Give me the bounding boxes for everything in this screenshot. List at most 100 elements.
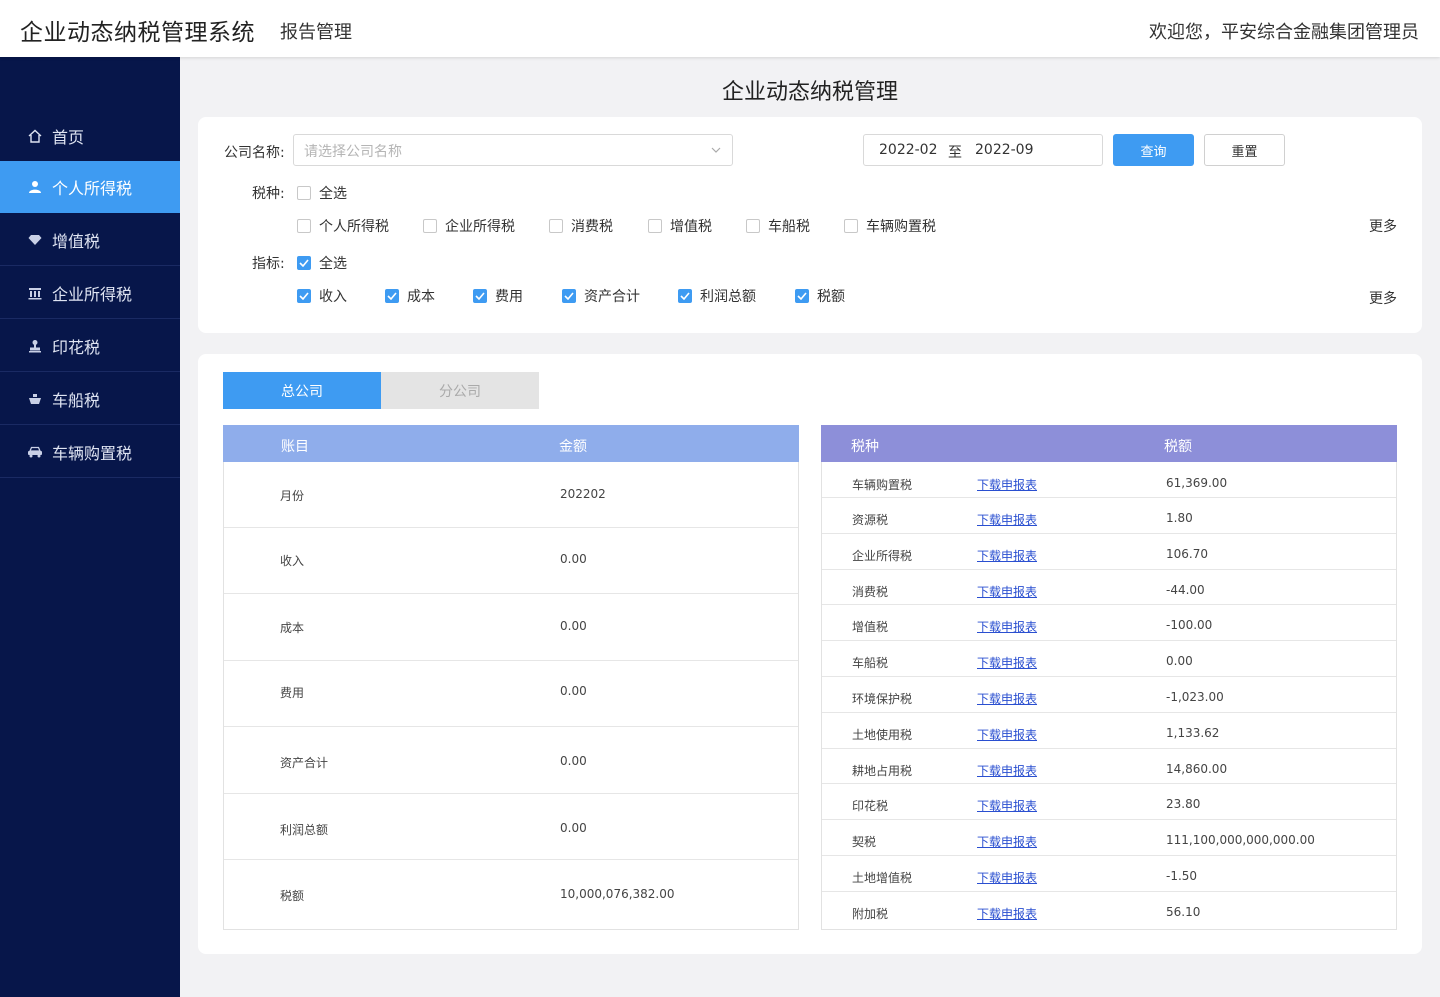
sidebar-item-label: 车船税 <box>52 390 101 410</box>
row-value: -100.00 <box>1166 618 1213 632</box>
download-report-link[interactable]: 下载申报表 <box>977 583 1037 600</box>
tax-type-checkbox[interactable]: 增值税 <box>648 216 712 236</box>
summary-table: 账目 金额 月份 202202 收入 0.00 成本 0.00 费用 0.00 … <box>223 425 799 930</box>
row-value: 0.00 <box>560 821 587 835</box>
checkbox-box[interactable] <box>795 289 809 303</box>
download-report-link[interactable]: 下载申报表 <box>977 690 1037 707</box>
table-row: 资产合计 0.00 <box>224 727 798 794</box>
checkbox-label: 利润总额 <box>700 289 756 305</box>
date-end[interactable]: 2022-09 <box>975 142 1034 158</box>
tax-type-label: 税种: <box>252 186 285 202</box>
checkbox-box[interactable] <box>297 219 311 233</box>
checkbox-box[interactable] <box>297 186 311 200</box>
table-row: 月份 202202 <box>224 462 798 528</box>
row-value: 111,100,000,000,000.00 <box>1166 833 1315 847</box>
row-label: 印花税 <box>852 799 889 813</box>
tax-type-checkbox[interactable]: 消费税 <box>549 216 613 236</box>
date-range-picker[interactable]: 2022-02 至 2022-09 <box>863 134 1103 166</box>
company-select[interactable]: 请选择公司名称 <box>293 134 733 166</box>
row-value: -1,023.00 <box>1166 690 1224 704</box>
indicator-select-all-checkbox[interactable]: 全选 <box>297 253 347 273</box>
row-value: 0.00 <box>1166 654 1193 668</box>
reset-button[interactable]: 重置 <box>1204 134 1285 166</box>
sidebar-item-vehicle-purchase-tax[interactable]: 车辆购置税 <box>0 426 180 478</box>
row-value: 14,860.00 <box>1166 762 1228 776</box>
table-row: 资源税 下载申报表 1.80 <box>822 498 1396 534</box>
sidebar-item-home[interactable]: 首页 <box>0 110 180 162</box>
download-report-link[interactable]: 下载申报表 <box>977 869 1037 886</box>
download-report-link[interactable]: 下载申报表 <box>977 762 1037 779</box>
download-report-link[interactable]: 下载申报表 <box>977 547 1037 564</box>
download-report-link[interactable]: 下载申报表 <box>977 654 1037 671</box>
checkbox-label: 费用 <box>495 289 523 305</box>
tax-type-checkbox[interactable]: 企业所得税 <box>423 216 515 236</box>
download-report-link[interactable]: 下载申报表 <box>977 726 1037 743</box>
table-row: 契税 下载申报表 111,100,000,000,000.00 <box>822 820 1396 856</box>
indicator-checkbox[interactable]: 成本 <box>385 286 435 306</box>
checkbox-box[interactable] <box>562 289 576 303</box>
checkbox-label: 车辆购置税 <box>866 219 936 235</box>
tax-type-checkbox[interactable]: 个人所得税 <box>297 216 389 236</box>
tax-type-checkbox[interactable]: 车船税 <box>746 216 810 236</box>
download-report-link[interactable]: 下载申报表 <box>977 833 1037 850</box>
indicator-checkbox[interactable]: 税额 <box>795 286 845 306</box>
chevron-down-icon <box>710 144 722 160</box>
date-separator: 至 <box>948 145 962 161</box>
sidebar-item-personal-income-tax[interactable]: 个人所得税 <box>0 161 180 213</box>
tab-branch-office[interactable]: 分公司 <box>381 372 539 409</box>
query-button[interactable]: 查询 <box>1113 134 1194 166</box>
checkbox-label: 全选 <box>319 186 347 202</box>
indicator-more-link[interactable]: 更多 <box>1369 288 1397 308</box>
table-row: 车船税 下载申报表 0.00 <box>822 641 1396 677</box>
date-start[interactable]: 2022-02 <box>879 142 938 158</box>
sidebar-item-corporate-income-tax[interactable]: 企业所得税 <box>0 267 180 319</box>
download-report-link[interactable]: 下载申报表 <box>977 905 1037 922</box>
checkbox-box[interactable] <box>385 289 399 303</box>
download-report-link[interactable]: 下载申报表 <box>977 797 1037 814</box>
table-row: 土地增值税 下载申报表 -1.50 <box>822 856 1396 892</box>
indicator-checkbox[interactable]: 收入 <box>297 286 347 306</box>
checkbox-label: 税额 <box>817 289 845 305</box>
tax-select-all-checkbox[interactable]: 全选 <box>297 183 347 203</box>
checkbox-box[interactable] <box>844 219 858 233</box>
indicator-checkbox[interactable]: 费用 <box>473 286 523 306</box>
checkbox-box[interactable] <box>746 219 760 233</box>
sidebar-item-vessel-tax[interactable]: 车船税 <box>0 373 180 425</box>
row-label: 收入 <box>280 554 305 568</box>
download-report-link[interactable]: 下载申报表 <box>977 618 1037 635</box>
section-title[interactable]: 报告管理 <box>280 18 352 44</box>
checkbox-box[interactable] <box>549 219 563 233</box>
sidebar-item-label: 车辆购置税 <box>52 443 133 463</box>
row-label: 增值税 <box>852 620 889 634</box>
sidebar-item-label: 企业所得税 <box>52 284 133 304</box>
sidebar-item-stamp-tax[interactable]: 印花税 <box>0 320 180 372</box>
indicator-checkbox[interactable]: 资产合计 <box>562 286 640 306</box>
table-header: 账目 金额 <box>223 425 799 462</box>
row-label: 附加税 <box>852 907 889 921</box>
sidebar-item-vat[interactable]: 增值税 <box>0 214 180 266</box>
checkbox-label: 成本 <box>407 289 435 305</box>
checkbox-box[interactable] <box>297 289 311 303</box>
checkbox-box[interactable] <box>473 289 487 303</box>
table-row: 附加税 下载申报表 56.10 <box>822 892 1396 929</box>
checkbox-box[interactable] <box>297 256 311 270</box>
stamp-icon <box>26 337 44 355</box>
indicator-checkbox[interactable]: 利润总额 <box>678 286 756 306</box>
row-label: 土地增值税 <box>852 871 913 885</box>
tax-type-checkbox[interactable]: 车辆购置税 <box>844 216 936 236</box>
row-label: 资源税 <box>852 513 889 527</box>
download-report-link[interactable]: 下载申报表 <box>977 476 1037 493</box>
row-label: 月份 <box>280 489 305 503</box>
download-report-link[interactable]: 下载申报表 <box>977 511 1037 528</box>
checkbox-label: 增值税 <box>670 219 712 235</box>
checkbox-box[interactable] <box>423 219 437 233</box>
table-row: 耕地占用税 下载申报表 14,860.00 <box>822 749 1396 784</box>
tab-head-office[interactable]: 总公司 <box>223 372 381 409</box>
row-label: 车船税 <box>852 656 889 670</box>
tax-more-link[interactable]: 更多 <box>1369 216 1397 236</box>
row-label: 耕地占用税 <box>852 764 913 778</box>
checkbox-box[interactable] <box>678 289 692 303</box>
checkbox-label: 全选 <box>319 256 347 272</box>
row-value: 56.10 <box>1166 905 1201 919</box>
checkbox-box[interactable] <box>648 219 662 233</box>
